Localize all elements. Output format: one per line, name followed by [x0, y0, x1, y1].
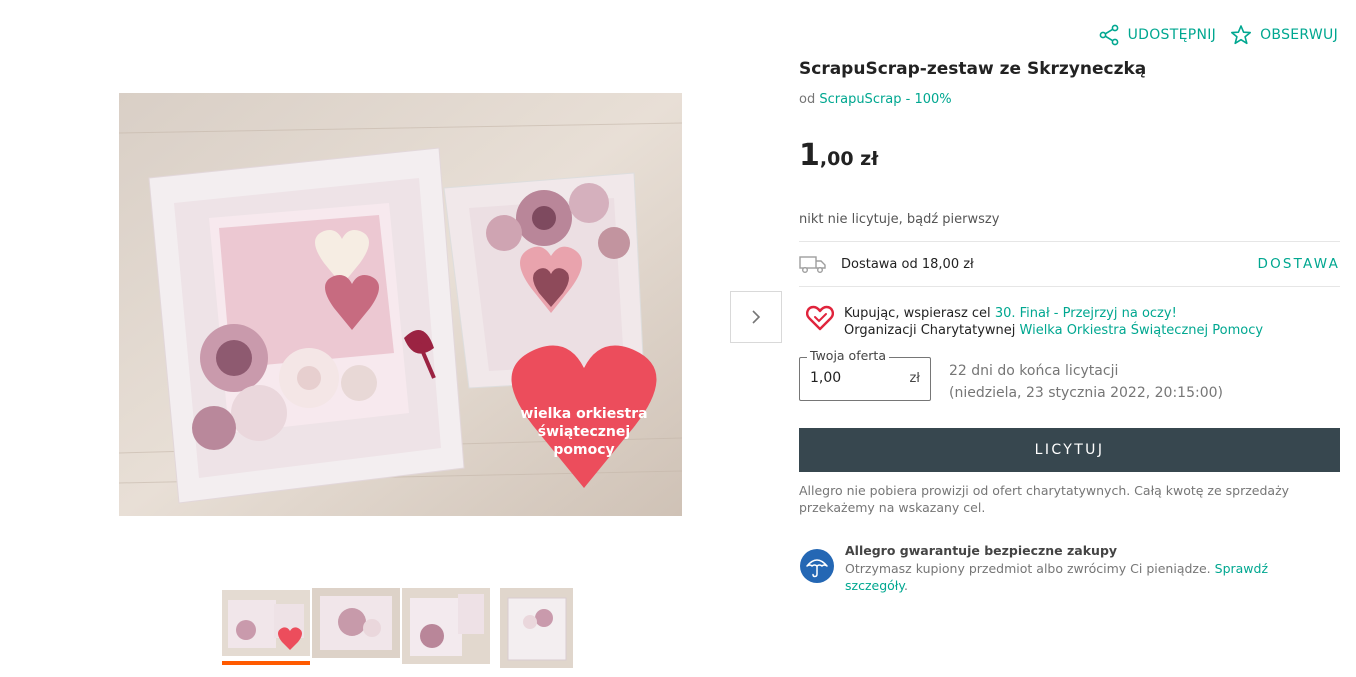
product-title: ScrapuScrap-zestaw ze Skrzyneczką — [799, 59, 1147, 79]
guarantee-text: Otrzymasz kupiony przedmiot albo zwrócim… — [845, 561, 1211, 576]
charity-organization-link[interactable]: Wielka Orkiestra Świątecznej Pomocy — [1020, 323, 1264, 338]
truck-icon — [799, 256, 826, 273]
delivery-row: Dostawa od 18,00 zł DOSTAWA — [799, 241, 1340, 287]
commission-note: Allegro nie pobiera prowizji od ofert ch… — [799, 483, 1290, 515]
image-badge-line2: świątecznej — [538, 424, 630, 440]
charity-heart-icon — [806, 305, 834, 331]
ending-days: 22 dni do końca licytacji — [949, 363, 1119, 379]
chevron-right-icon — [752, 310, 761, 324]
active-thumbnail-indicator — [222, 661, 310, 665]
price: 1,00 zł — [799, 138, 878, 173]
image-badge-line3: pomocy — [553, 442, 614, 458]
charity-info: Kupując, wspierasz cel 30. Finał - Przej… — [806, 305, 1263, 339]
image-badge-line1: wielka orkiestra — [520, 406, 647, 422]
auction-ending: 22 dni do końca licytacji (niedziela, 23… — [949, 360, 1223, 404]
offer-input[interactable] — [810, 370, 900, 386]
guarantee-suffix: . — [903, 578, 908, 593]
delivery-link[interactable]: DOSTAWA — [1257, 256, 1340, 272]
charity-line2-prefix: Organizacji Charytatywnej — [844, 323, 1016, 338]
price-rest: ,00 zł — [819, 148, 879, 170]
seller-info: od ScrapuScrap - 100% — [799, 92, 952, 107]
share-button[interactable]: UDOSTĘPNIJ — [1098, 24, 1217, 46]
watch-button[interactable]: OBSERWUJ — [1230, 24, 1338, 46]
charity-goal-link[interactable]: 30. Finał - Przejrzyj na oczy! — [995, 306, 1177, 321]
offer-field[interactable]: Twoja oferta zł — [799, 348, 931, 401]
umbrella-icon — [800, 549, 834, 583]
seller-link[interactable]: ScrapuScrap - 100% — [819, 92, 951, 107]
top-actions: UDOSTĘPNIJ OBSERWUJ — [1098, 24, 1338, 46]
bid-button[interactable]: LICYTUJ — [799, 428, 1340, 472]
share-icon — [1099, 24, 1118, 46]
offer-label: Twoja oferta — [807, 348, 889, 363]
delivery-text: Dostawa od 18,00 zł — [841, 256, 974, 272]
price-main: 1 — [799, 138, 820, 173]
purchase-guarantee: Allegro gwarantuje bezpieczne zakupy Otr… — [799, 542, 1340, 594]
next-image-button[interactable] — [730, 291, 782, 343]
thumbnail-2[interactable] — [312, 588, 400, 658]
watch-label: OBSERWUJ — [1260, 27, 1338, 43]
share-label: UDOSTĘPNIJ — [1127, 27, 1217, 43]
thumbnail-4[interactable] — [500, 588, 573, 668]
seller-prefix: od — [799, 92, 816, 107]
offer-currency: zł — [909, 371, 920, 386]
bid-status: nikt nie licytuje, bądź pierwszy — [799, 212, 1000, 227]
ending-date: (niedziela, 23 stycznia 2022, 20:15:00) — [949, 385, 1223, 401]
charity-line1-prefix: Kupując, wspierasz cel — [844, 306, 991, 321]
star-icon — [1231, 25, 1252, 45]
guarantee-title: Allegro gwarantuje bezpieczne zakupy — [845, 543, 1118, 558]
main-product-image[interactable]: wielka orkiestra świątecznej pomocy — [119, 93, 682, 516]
thumbnail-1[interactable] — [222, 590, 310, 656]
thumbnail-3[interactable] — [402, 588, 490, 664]
